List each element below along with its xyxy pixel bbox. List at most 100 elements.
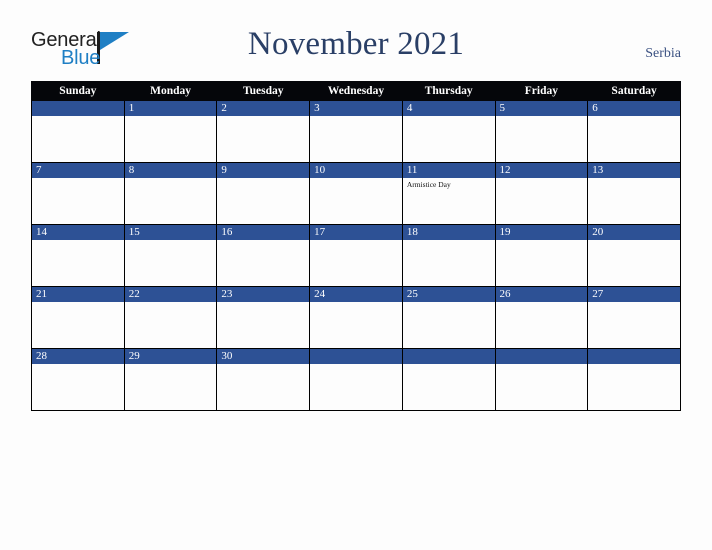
day-number: 11 <box>402 163 495 178</box>
day-number <box>588 349 680 364</box>
day-events <box>403 116 495 118</box>
day-number: 16 <box>217 225 310 240</box>
calendar-day-cell[interactable]: 18 <box>401 224 496 287</box>
calendar-day-cell[interactable]: 13 <box>587 162 681 225</box>
weekday-header-tuesday: Tuesday <box>216 81 311 101</box>
day-events: Armistice Day <box>403 178 495 189</box>
day-number: 21 <box>32 287 124 302</box>
day-events <box>32 178 124 180</box>
weekday-header-friday: Friday <box>494 81 589 101</box>
day-cell-content: 22 <box>124 287 217 348</box>
calendar-day-cell[interactable] <box>494 348 589 411</box>
day-number: 7 <box>32 163 124 178</box>
day-cell-content <box>402 349 495 410</box>
calendar-day-cell[interactable]: 11 Armistice Day <box>401 162 496 225</box>
day-cell-content: 19 <box>495 225 588 286</box>
day-number: 20 <box>588 225 680 240</box>
day-cell-content: 11 Armistice Day <box>402 163 495 224</box>
day-events <box>32 240 124 242</box>
day-events <box>496 302 588 304</box>
day-events <box>310 364 402 366</box>
calendar-day-cell[interactable]: 20 <box>587 224 681 287</box>
calendar-day-cell[interactable]: 4 <box>401 100 496 163</box>
calendar-day-cell[interactable]: 14 <box>31 224 125 287</box>
day-cell-content: 30 <box>217 349 310 410</box>
calendar-week-row: 123456 <box>31 100 681 163</box>
day-events <box>217 240 309 242</box>
day-number: 23 <box>217 287 310 302</box>
day-number: 3 <box>310 101 402 116</box>
calendar-day-cell[interactable]: 16 <box>216 224 311 287</box>
day-events <box>310 116 402 118</box>
day-events <box>217 116 309 118</box>
calendar-day-cell[interactable] <box>401 348 496 411</box>
day-events <box>403 302 495 304</box>
day-cell-content: 21 <box>32 287 124 348</box>
calendar-day-cell[interactable]: 15 <box>123 224 218 287</box>
calendar-day-cell[interactable]: 8 <box>123 162 218 225</box>
calendar-day-cell[interactable]: 22 <box>123 286 218 349</box>
region-label: Serbia <box>645 46 681 61</box>
day-cell-content: 10 <box>310 163 402 224</box>
calendar-day-cell[interactable]: 7 <box>31 162 125 225</box>
calendar-day-cell[interactable]: 28 <box>31 348 125 411</box>
page-header: General Blue November 2021 Serbia <box>0 0 712 78</box>
day-cell-content: 29 <box>124 349 217 410</box>
day-number: 17 <box>310 225 402 240</box>
day-number: 4 <box>402 101 495 116</box>
day-events <box>32 116 124 118</box>
day-cell-content: 26 <box>495 287 588 348</box>
calendar-day-cell[interactable]: 29 <box>123 348 218 411</box>
calendar-header-row: Sunday Monday Tuesday Wednesday Thursday Frid… <box>31 81 681 101</box>
calendar-day-cell[interactable]: 27 <box>587 286 681 349</box>
day-events <box>588 178 680 180</box>
day-cell-content: 13 <box>588 163 680 224</box>
day-events <box>310 302 402 304</box>
calendar-page: General Blue November 2021 Serbia Sunday… <box>0 0 712 550</box>
day-number: 12 <box>495 163 588 178</box>
calendar-day-cell[interactable] <box>309 348 403 411</box>
calendar-day-cell[interactable]: 30 <box>216 348 311 411</box>
calendar-day-cell[interactable]: 2 <box>216 100 311 163</box>
calendar-day-cell[interactable] <box>31 100 125 163</box>
day-number: 18 <box>402 225 495 240</box>
calendar-week-row: 21 22 23 24 25 26 27 <box>31 286 681 349</box>
calendar-day-cell[interactable]: 26 <box>494 286 589 349</box>
day-events <box>588 240 680 242</box>
page-title: November 2021 <box>247 26 465 62</box>
day-events <box>32 302 124 304</box>
day-events <box>496 116 588 118</box>
day-number: 19 <box>495 225 588 240</box>
calendar-day-cell[interactable]: 17 <box>309 224 403 287</box>
day-cell-content: 27 <box>588 287 680 348</box>
weekday-header-sunday: Sunday <box>31 81 125 101</box>
day-number: 10 <box>310 163 402 178</box>
day-number: 6 <box>588 101 680 116</box>
calendar-day-cell[interactable]: 5 <box>494 100 589 163</box>
calendar-day-cell[interactable]: 3 <box>309 100 403 163</box>
day-cell-content <box>495 349 588 410</box>
day-number: 28 <box>32 349 124 364</box>
calendar-day-cell[interactable]: 6 <box>587 100 681 163</box>
day-number: 8 <box>124 163 217 178</box>
calendar-day-cell[interactable]: 12 <box>494 162 589 225</box>
calendar-day-cell[interactable]: 9 <box>216 162 311 225</box>
day-events <box>310 178 402 180</box>
day-events <box>496 240 588 242</box>
calendar-day-cell[interactable]: 24 <box>309 286 403 349</box>
calendar-day-cell[interactable] <box>587 348 681 411</box>
calendar-day-cell[interactable]: 25 <box>401 286 496 349</box>
calendar-day-cell[interactable]: 10 <box>309 162 403 225</box>
day-cell-content: 16 <box>217 225 310 286</box>
calendar-day-cell[interactable]: 21 <box>31 286 125 349</box>
calendar-day-cell[interactable]: 23 <box>216 286 311 349</box>
day-cell-content <box>310 349 402 410</box>
day-cell-content: 14 <box>32 225 124 286</box>
day-number: 5 <box>495 101 588 116</box>
day-number: 14 <box>32 225 124 240</box>
day-events <box>125 302 217 304</box>
calendar-day-cell[interactable]: 1 <box>123 100 218 163</box>
day-cell-content <box>588 349 680 410</box>
day-events <box>588 364 680 366</box>
calendar-day-cell[interactable]: 19 <box>494 224 589 287</box>
